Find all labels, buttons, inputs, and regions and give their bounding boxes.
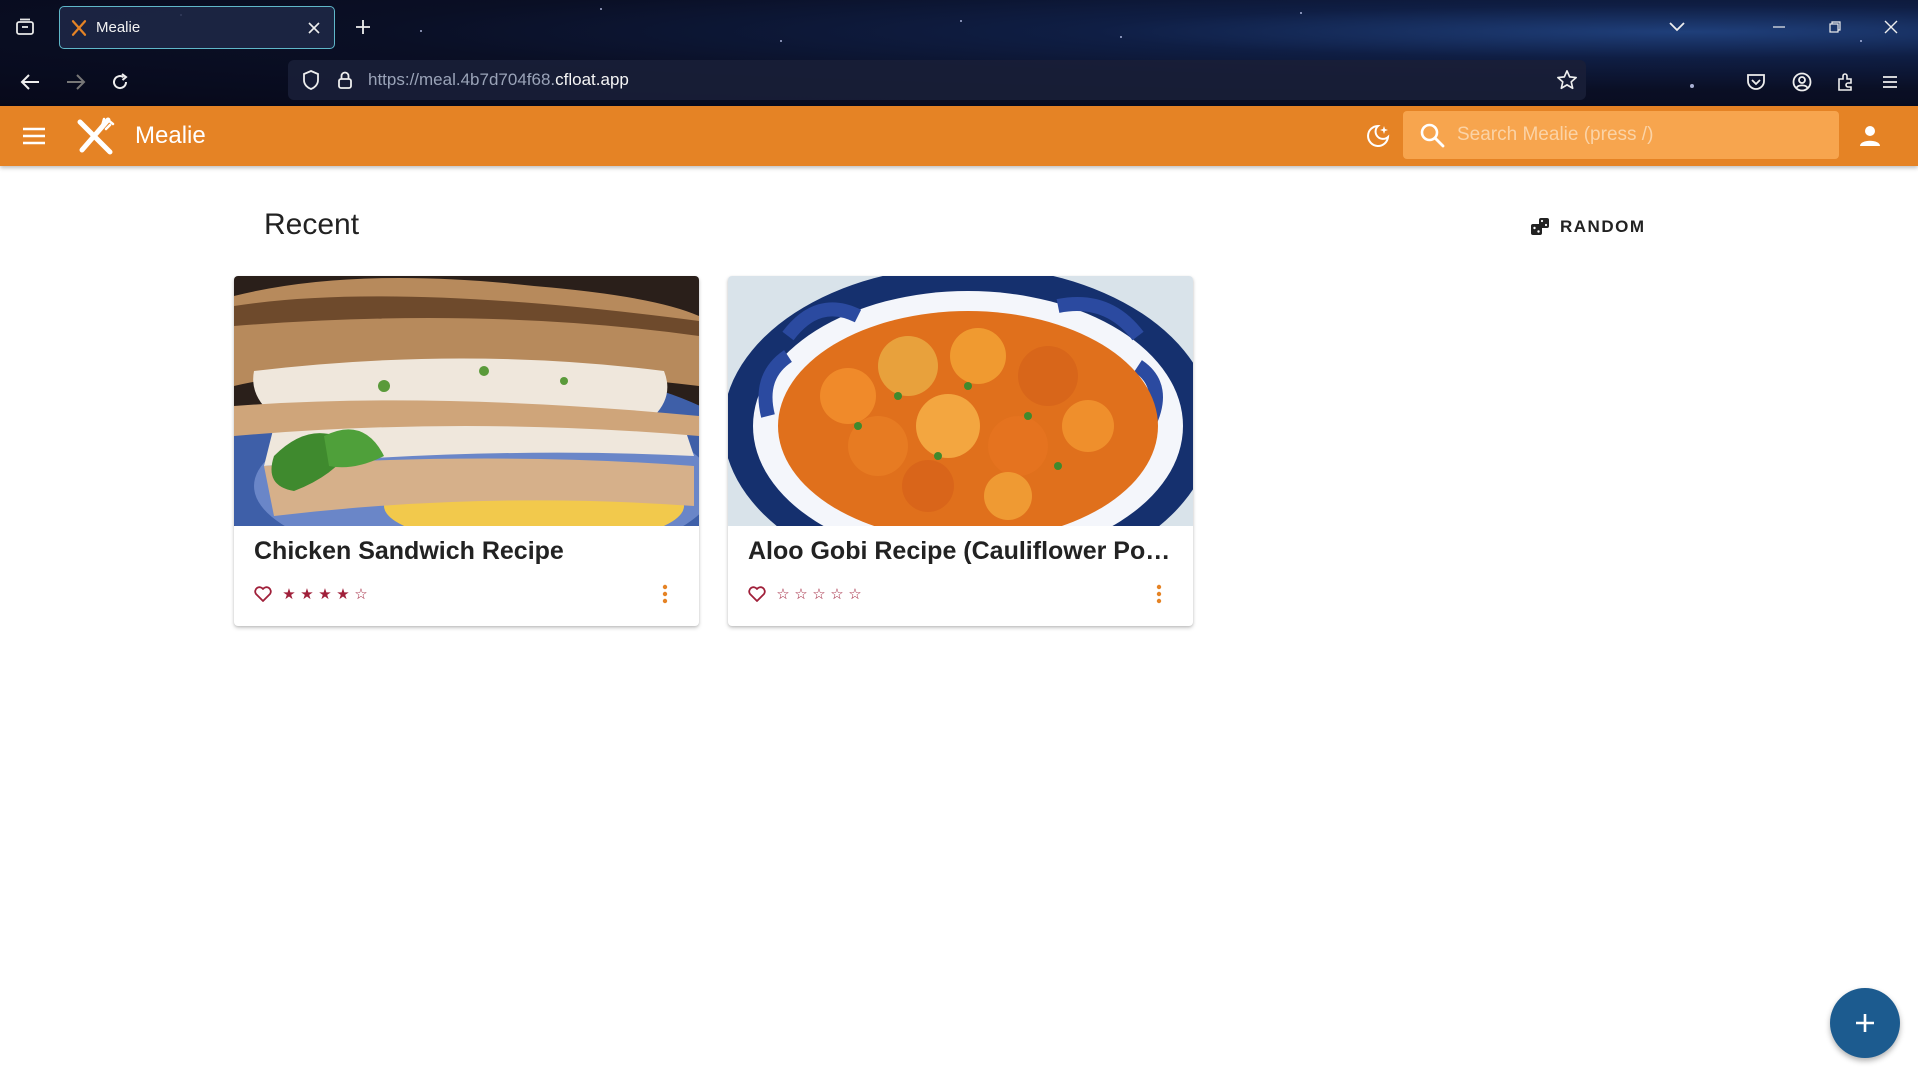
app-title[interactable]: Mealie — [135, 122, 206, 150]
close-tab-button[interactable] — [304, 18, 324, 38]
user-icon — [1860, 126, 1880, 146]
favorite-button[interactable] — [746, 583, 768, 605]
back-button[interactable] — [16, 68, 44, 96]
star-icon[interactable]: ★ — [316, 585, 334, 603]
reload-icon — [113, 73, 128, 90]
tab-title: Mealie — [96, 19, 141, 36]
app-menu-button[interactable] — [1876, 68, 1904, 96]
back-arrow-icon — [20, 74, 39, 90]
restore-button[interactable] — [1822, 14, 1848, 40]
extensions-button[interactable] — [1832, 68, 1860, 96]
minimize-button[interactable] — [1766, 14, 1792, 40]
favorite-button[interactable] — [252, 583, 274, 605]
tab-list-icon — [16, 18, 34, 35]
forward-button[interactable] — [62, 68, 90, 96]
recipe-image[interactable] — [234, 276, 699, 526]
nav-drawer-button[interactable] — [20, 122, 48, 150]
close-icon — [1884, 20, 1898, 34]
address-bar[interactable]: https://meal.4b7d704f68.cfloat.app — [288, 60, 1586, 100]
add-recipe-button[interactable] — [1830, 988, 1900, 1058]
extensions-icon — [1838, 73, 1852, 91]
star-icon[interactable]: ★ — [280, 585, 298, 603]
more-vertical-icon — [662, 584, 668, 604]
fork-knife-logo-icon[interactable] — [74, 116, 116, 158]
dice-icon — [1531, 218, 1549, 235]
more-vertical-icon — [1156, 584, 1162, 604]
hamburger-menu-icon — [1883, 76, 1897, 88]
star-outline-icon[interactable]: ☆ — [792, 585, 810, 603]
browser-tab-mealie[interactable]: Mealie — [59, 6, 335, 49]
app-bar: Mealie — [0, 106, 1918, 166]
search-box[interactable] — [1403, 111, 1839, 159]
browser-chrome: Mealie https://meal.4b7d704f68.cfloat.ap… — [0, 0, 1918, 106]
recipe-name[interactable]: Aloo Gobi Recipe (Cauliflower Potato Cur… — [748, 537, 1173, 566]
close-icon — [308, 21, 320, 34]
random-button[interactable]: RANDOM — [1522, 210, 1654, 244]
more-options-button[interactable] — [653, 581, 677, 607]
star-outline-icon[interactable]: ☆ — [828, 585, 846, 603]
plus-icon — [356, 20, 370, 34]
star-bookmark-icon — [1557, 70, 1577, 90]
star-outline-icon[interactable]: ☆ — [774, 585, 792, 603]
minimize-icon — [1773, 26, 1785, 28]
search-icon — [1420, 123, 1445, 148]
heart-icon — [254, 586, 272, 602]
star-icon[interactable]: ★ — [298, 585, 316, 603]
account-icon — [1792, 72, 1812, 92]
theme-toggle-button[interactable] — [1364, 122, 1392, 150]
plus-icon — [1856, 1014, 1874, 1032]
star-outline-icon[interactable]: ☆ — [352, 585, 370, 603]
navigation-bar: https://meal.4b7d704f68.cfloat.app — [0, 56, 1918, 106]
user-button[interactable] — [1856, 122, 1884, 150]
shield-icon[interactable] — [300, 69, 322, 91]
reload-button[interactable] — [106, 68, 134, 96]
mealie-favicon — [71, 19, 87, 36]
tab-list-button[interactable] — [12, 14, 38, 40]
star-outline-icon[interactable]: ☆ — [810, 585, 828, 603]
heart-icon — [748, 586, 766, 602]
chevron-down-icon — [1669, 22, 1685, 32]
lock-icon[interactable] — [334, 69, 356, 91]
tab-bar: Mealie — [0, 0, 1918, 54]
list-all-tabs-button[interactable] — [1664, 14, 1690, 40]
bookmark-button[interactable] — [1556, 69, 1578, 96]
more-options-button[interactable] — [1147, 581, 1171, 607]
star-outline-icon[interactable]: ☆ — [846, 585, 864, 603]
recipe-card[interactable]: Aloo Gobi Recipe (Cauliflower Potato Cur… — [728, 276, 1193, 626]
star-rating[interactable]: ★ ★ ★ ★ ☆ — [280, 585, 370, 603]
close-window-button[interactable] — [1878, 14, 1904, 40]
pocket-icon — [1747, 74, 1765, 90]
recipe-image[interactable] — [728, 276, 1193, 526]
recipe-card[interactable]: Chicken Sandwich Recipe ★ ★ ★ ★ ☆ — [234, 276, 699, 626]
restore-icon — [1829, 21, 1841, 33]
url-text[interactable]: https://meal.4b7d704f68.cfloat.app — [368, 70, 629, 90]
hamburger-menu-icon — [23, 127, 45, 145]
forward-arrow-icon — [67, 74, 86, 90]
star-rating[interactable]: ☆ ☆ ☆ ☆ ☆ — [774, 585, 864, 603]
search-input[interactable] — [1457, 124, 1817, 146]
pocket-button[interactable] — [1742, 68, 1770, 96]
theme-toggle-icon — [1367, 124, 1390, 147]
random-button-label: RANDOM — [1560, 217, 1646, 236]
new-tab-button[interactable] — [350, 14, 376, 40]
recipe-name[interactable]: Chicken Sandwich Recipe — [254, 537, 679, 566]
section-title-recent: Recent — [264, 208, 360, 241]
star-icon[interactable]: ★ — [334, 585, 352, 603]
account-button[interactable] — [1788, 68, 1816, 96]
